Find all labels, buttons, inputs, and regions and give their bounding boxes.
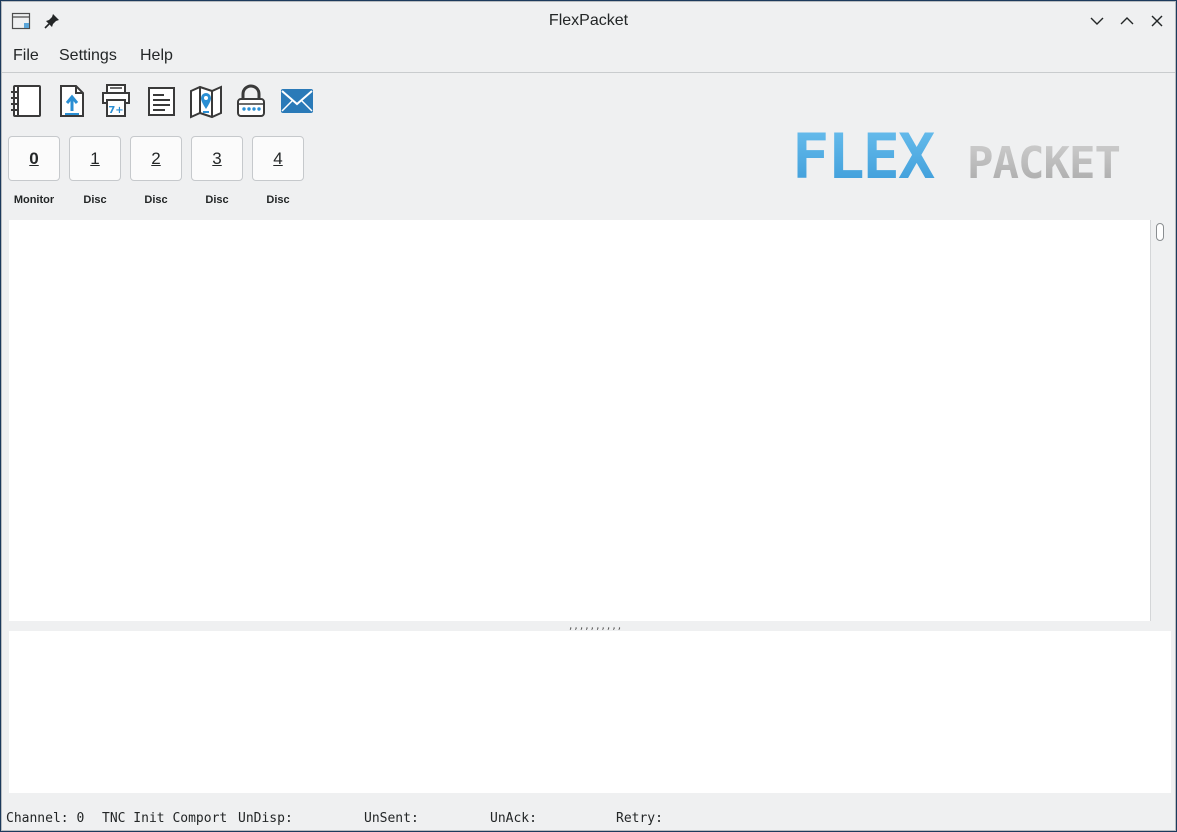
channel-label-1: Disc bbox=[83, 194, 107, 206]
menu-file[interactable]: File bbox=[13, 47, 39, 65]
channel-button-0[interactable]: 0 bbox=[8, 136, 60, 181]
flexpacket-logo: FLEX PACKET bbox=[792, 120, 1157, 193]
channel-label-4: Disc bbox=[266, 194, 290, 206]
title-bar[interactable]: FlexPacket bbox=[2, 2, 1175, 40]
menu-bar: File Settings Help bbox=[2, 40, 1175, 73]
status-unack: UnAck: bbox=[490, 811, 537, 826]
status-undisp: UnDisp: bbox=[238, 811, 293, 826]
printer-icon[interactable]: 7+ bbox=[98, 83, 134, 119]
map-pin-icon[interactable] bbox=[188, 83, 224, 119]
channel-button-4[interactable]: 4 bbox=[252, 136, 304, 181]
status-unsent: UnSent: bbox=[364, 811, 419, 826]
mail-icon[interactable] bbox=[279, 83, 315, 119]
channel-button-2[interactable]: 2 bbox=[130, 136, 182, 181]
svg-text:7+: 7+ bbox=[108, 105, 123, 116]
channel-label-3: Disc bbox=[205, 194, 229, 206]
channel-button-label: 1 bbox=[90, 149, 100, 168]
window-title: FlexPacket bbox=[548, 12, 629, 29]
status-channel: Channel: 0 bbox=[6, 811, 85, 826]
maximize-button[interactable] bbox=[1117, 11, 1137, 31]
channel-button-label: 2 bbox=[151, 149, 161, 168]
document-icon[interactable] bbox=[143, 83, 179, 119]
app-window: FlexPacket File Settings Help 7+ 0 1 2 3… bbox=[1, 1, 1176, 831]
monitor-scrollbar[interactable] bbox=[1152, 220, 1169, 621]
message-input-area[interactable] bbox=[9, 631, 1171, 793]
channel-label-2: Disc bbox=[144, 194, 168, 206]
menu-settings[interactable]: Settings bbox=[59, 47, 117, 65]
status-retry: Retry: bbox=[616, 811, 663, 826]
close-button[interactable] bbox=[1147, 11, 1167, 31]
channel-label-0: Monitor bbox=[13, 194, 55, 206]
channel-button-label: 4 bbox=[273, 149, 283, 168]
notebook-icon[interactable] bbox=[8, 83, 44, 119]
menu-help[interactable]: Help bbox=[140, 47, 173, 65]
upload-file-icon[interactable] bbox=[53, 83, 89, 119]
channel-button-3[interactable]: 3 bbox=[191, 136, 243, 181]
minimize-button[interactable] bbox=[1087, 11, 1107, 31]
channel-button-1[interactable]: 1 bbox=[69, 136, 121, 181]
channel-button-label: 3 bbox=[212, 149, 222, 168]
logo-text-flex: FLEX bbox=[792, 126, 935, 184]
logo-text-packet: PACKET bbox=[967, 138, 1120, 184]
splitter-handle[interactable]: ,,,,,,,,,, bbox=[2, 621, 1175, 632]
status-bar: Channel: 0 TNC Init Comport UnDisp: UnSe… bbox=[2, 808, 1175, 830]
status-tnc: TNC Init Comport bbox=[102, 811, 228, 826]
password-lock-icon[interactable] bbox=[233, 83, 269, 119]
scrollbar-thumb[interactable] bbox=[1156, 223, 1164, 241]
monitor-output-area[interactable] bbox=[9, 220, 1151, 621]
channel-button-label: 0 bbox=[29, 149, 39, 168]
